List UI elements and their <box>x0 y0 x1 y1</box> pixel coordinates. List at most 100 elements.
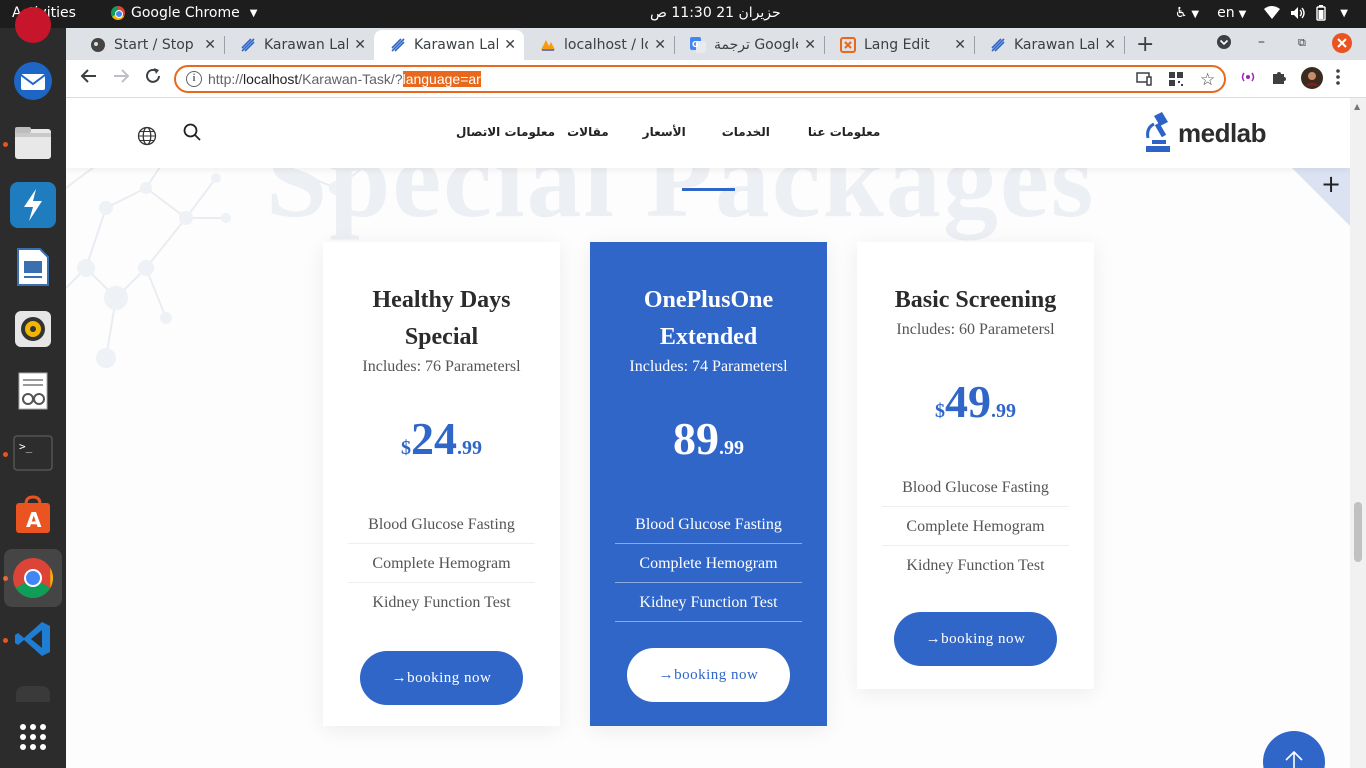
google-chrome-icon[interactable] <box>4 549 62 607</box>
forward-button[interactable] <box>112 67 130 90</box>
running-indicator <box>3 452 8 457</box>
window-close-button[interactable] <box>1332 33 1352 57</box>
tab-phpmyadmin[interactable]: localhost / lo ✕ <box>524 30 674 60</box>
globe-icon[interactable] <box>137 126 157 150</box>
package-includes: Includes: 60 Parametersl <box>896 321 1055 338</box>
site-logo[interactable]: medlab <box>1144 112 1267 154</box>
files-icon[interactable] <box>10 120 56 166</box>
dock-app-partial-icon[interactable] <box>10 678 56 702</box>
tab-title: Karawan Lab <box>1014 37 1099 53</box>
extensions-puzzle-icon[interactable] <box>1271 69 1287 89</box>
url-text[interactable]: http://localhost/Karawan-Task/?language=… <box>208 71 481 87</box>
extension-broadcast-icon[interactable] <box>1240 69 1256 89</box>
app-menu[interactable]: Google Chrome ▼ <box>111 5 257 21</box>
terminal-icon[interactable]: >_ <box>10 430 56 476</box>
dock: >_ A <box>0 7 66 768</box>
libreoffice-impress-icon[interactable] <box>10 244 56 290</box>
list-item: Complete Hemogram <box>348 544 535 583</box>
page-scrollbar[interactable]: ▲ <box>1350 98 1366 768</box>
document-viewer-icon[interactable] <box>10 368 56 414</box>
tab-title: ترجمة Google <box>714 37 798 53</box>
nav-item-about[interactable]: معلومات عنا <box>808 125 880 139</box>
list-item: Kidney Function Test <box>372 594 511 611</box>
package-card: Basic Screening Includes: 60 Parametersl… <box>857 242 1094 689</box>
chevron-down-icon: ▼ <box>1340 7 1348 19</box>
main-nav: معلومات عنا الخدمات الأسعار مقالات معلوم… <box>456 125 880 139</box>
new-tab-button[interactable]: + <box>1136 32 1154 57</box>
booking-button[interactable]: →booking now <box>627 648 790 702</box>
tab-start-stop[interactable]: Start / Stop a ✕ <box>74 30 224 60</box>
nav-item-contact[interactable]: معلومات الاتصال <box>456 125 555 139</box>
app-menu-label: Google Chrome <box>131 5 240 21</box>
tab-title: Karawan Lab <box>414 37 499 53</box>
show-applications-icon[interactable] <box>10 714 56 760</box>
scroll-up-arrow-icon[interactable]: ▲ <box>1354 102 1360 111</box>
keyboard-layout-menu[interactable]: en ▼ <box>1217 5 1246 21</box>
package-includes: Includes: 76 Parametersl <box>362 358 521 375</box>
clock[interactable]: حزيران 21 11:30 ص <box>650 5 781 21</box>
tab-karawan-lab[interactable]: Karawan Lab ✕ <box>224 30 374 60</box>
list-item: Complete Hemogram <box>615 544 802 583</box>
tab-search-button[interactable] <box>1216 34 1232 54</box>
close-icon[interactable]: ✕ <box>954 37 966 53</box>
tab-title: Lang Edit <box>864 37 930 53</box>
address-bar[interactable]: i http://localhost/Karawan-Task/?languag… <box>174 65 1226 93</box>
browser-menu-icon[interactable] <box>1336 69 1340 89</box>
special-packages-section: Special Packages + Healthy Days Special … <box>66 118 1350 768</box>
sloth-favicon-icon <box>90 37 106 53</box>
booking-button[interactable]: →booking now <box>894 612 1057 666</box>
thunderbird-icon[interactable] <box>10 58 56 104</box>
system-status-menu[interactable]: ▼ <box>1264 5 1348 21</box>
tab-lang-edit[interactable]: Lang Edit ✕ <box>824 30 974 60</box>
maximize-button[interactable]: ⧉ <box>1298 36 1306 50</box>
package-name: Healthy Days Special <box>372 287 511 350</box>
system-top-bar: Activities Google Chrome ▼ حزيران 21 11:… <box>0 0 1366 28</box>
volume-icon <box>1291 7 1305 19</box>
running-indicator <box>3 142 8 147</box>
tab-karawan-lab-2[interactable]: Karawan Lab ✕ <box>974 30 1124 60</box>
accessibility-icon[interactable]: ♿ ▼ <box>1175 5 1199 21</box>
list-item: Blood Glucose Fasting <box>882 468 1069 507</box>
close-icon[interactable]: ✕ <box>1104 37 1116 53</box>
tab-karawan-lab-active[interactable]: Karawan Lab ✕ <box>374 30 524 60</box>
back-button[interactable] <box>80 67 98 90</box>
booking-button[interactable]: →booking now <box>360 651 523 705</box>
battery-icon <box>1316 5 1326 21</box>
logo-wordmark: medlab <box>1178 117 1267 148</box>
chevron-down-icon: ▼ <box>249 7 258 19</box>
system-tray: ♿ ▼ en ▼ ▼ <box>1175 5 1348 21</box>
close-icon[interactable]: ✕ <box>654 37 666 53</box>
close-icon[interactable]: ✕ <box>804 37 816 53</box>
tab-title: Start / Stop a <box>114 37 199 53</box>
nav-item-services[interactable]: الخدمات <box>722 125 770 139</box>
minimize-button[interactable]: – <box>1258 34 1265 50</box>
package-includes: Includes: 74 Parametersl <box>629 358 788 375</box>
bookmark-star-icon[interactable]: ☆ <box>1200 70 1215 90</box>
nav-item-pricing[interactable]: الأسعار <box>643 125 686 139</box>
site-info-icon[interactable]: i <box>186 71 202 87</box>
browser-toolbar: i http://localhost/Karawan-Task/?languag… <box>66 60 1366 98</box>
search-icon[interactable] <box>183 123 201 145</box>
cast-icon[interactable] <box>1136 72 1152 90</box>
feature-list: Blood Glucose Fasting Complete Hemogram … <box>882 468 1069 585</box>
reload-button[interactable] <box>144 67 162 90</box>
profile-avatar[interactable] <box>1301 67 1323 93</box>
software-center-icon[interactable]: A <box>10 492 56 538</box>
zeal-icon[interactable] <box>10 182 56 228</box>
package-price: $24.99 <box>401 413 482 464</box>
phpmyadmin-favicon-icon <box>540 37 556 53</box>
close-icon[interactable]: ✕ <box>354 37 366 53</box>
scrollbar-thumb[interactable] <box>1354 502 1362 562</box>
close-icon[interactable]: ✕ <box>204 37 216 53</box>
vscode-icon[interactable] <box>10 616 56 662</box>
lang-edit-favicon-icon <box>840 37 856 53</box>
dna-favicon-icon <box>990 37 1006 53</box>
svg-text:G: G <box>692 40 699 49</box>
tab-google-translate[interactable]: G ترجمة Google ✕ <box>674 30 824 60</box>
rhythmbox-icon[interactable] <box>10 306 56 352</box>
qr-code-icon[interactable] <box>1169 72 1183 90</box>
close-icon[interactable]: ✕ <box>504 37 516 53</box>
nav-item-articles[interactable]: مقالات <box>567 125 609 139</box>
scroll-to-top-button[interactable] <box>1263 731 1325 768</box>
dock-app-partial-icon[interactable] <box>10 2 56 48</box>
